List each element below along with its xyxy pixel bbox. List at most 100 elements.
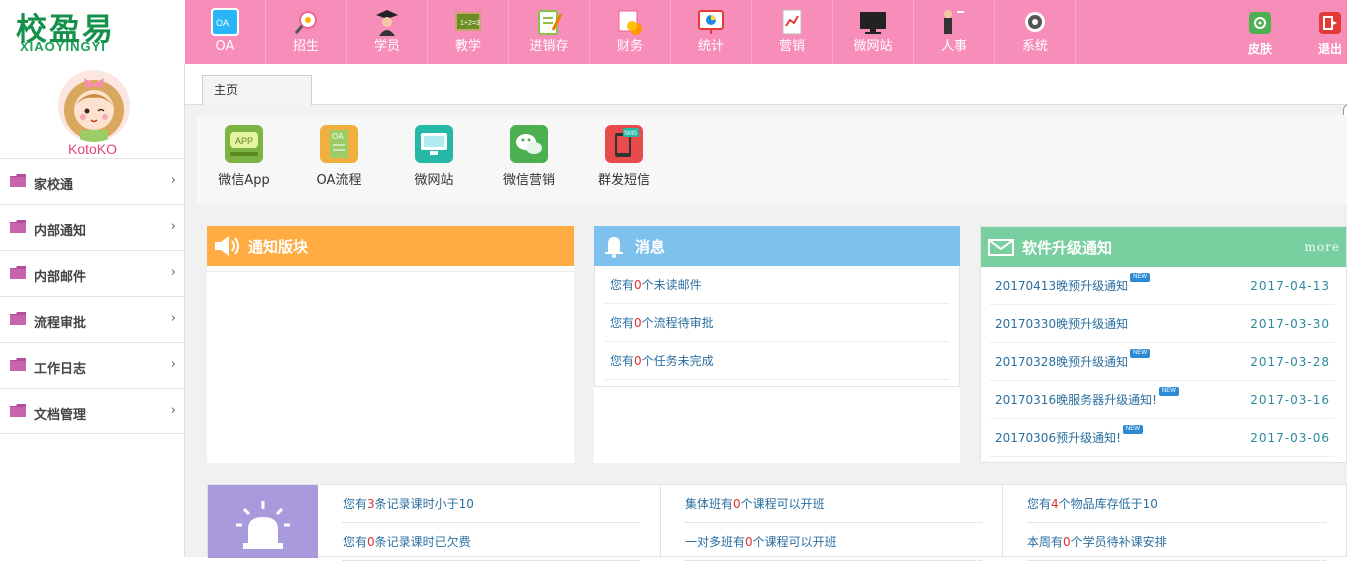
message-row[interactable]: 您有0个流程待审批	[605, 304, 949, 342]
skin-button[interactable]: 皮肤	[1230, 0, 1290, 64]
sidebar: KotoKO 家校通 › 内部通知 › 内部邮件 › 流程审批 › 工作日志 ›	[0, 64, 185, 557]
oa-icon: OA	[211, 8, 239, 36]
sidebar-item-internal-mail[interactable]: 内部邮件 ›	[0, 250, 184, 296]
upgrade-row[interactable]: 20170413晚预升级通知NEW 2017-04-13	[991, 267, 1334, 305]
message-row[interactable]: 您有0个未读邮件	[605, 266, 949, 304]
alert-row[interactable]: 您有3条记录课时小于10	[343, 485, 640, 523]
skin-icon	[1249, 12, 1271, 34]
marketing-icon	[778, 8, 806, 36]
chevron-right-icon: ›	[170, 403, 176, 418]
teaching-icon: 1+2=3	[454, 8, 482, 36]
nav-oa[interactable]: OA OA	[185, 0, 266, 64]
alert-row[interactable]: 您有4个物品库存低于10	[1027, 485, 1326, 523]
nav-student[interactable]: 学员	[347, 0, 428, 64]
sidebar-menu: 家校通 › 内部通知 › 内部邮件 › 流程审批 › 工作日志 › 文档管理 ›	[0, 158, 184, 434]
new-badge: NEW	[1130, 273, 1151, 282]
shortcut-sms[interactable]: SMS 群发短信	[579, 125, 669, 188]
message-panel-header: 消息	[594, 226, 960, 266]
sidebar-item-label: 家校通	[34, 178, 74, 193]
notice-panel-title: 通知版块	[248, 238, 309, 256]
alert-row[interactable]: 集体班有0个课程可以开班	[685, 485, 982, 523]
nav-label: 统计	[697, 39, 724, 54]
shortcut-oa-flow[interactable]: OA OA流程	[294, 125, 384, 188]
sidebar-item-label: 内部邮件	[34, 270, 87, 285]
upgrade-panel-header: 软件升级通知 more	[981, 227, 1346, 267]
avatar[interactable]	[58, 70, 130, 142]
oa-flow-icon: OA	[320, 125, 358, 163]
upgrade-row[interactable]: 20170330晚预升级通知 2017-03-30	[991, 305, 1334, 343]
sidebar-item-home-school[interactable]: 家校通 ›	[0, 158, 184, 204]
nav-teaching[interactable]: 1+2=3 教学	[428, 0, 509, 64]
tab-home[interactable]: 主页	[202, 75, 312, 105]
upgrade-panel: 软件升级通知 more 20170413晚预升级通知NEW 2017-04-13 …	[980, 226, 1347, 463]
nav-label: 财务	[616, 39, 643, 54]
nav-inventory[interactable]: 进销存	[509, 0, 590, 64]
alerts-column: 您有4个物品库存低于10 本周有0个学员待补课安排	[1002, 485, 1346, 561]
message-row[interactable]: 您有0个任务未完成	[605, 342, 949, 380]
alert-row[interactable]: 您有0条记录课时已欠费	[343, 523, 640, 561]
nav-label: 系统	[1021, 39, 1048, 54]
settings-icon	[1021, 8, 1049, 36]
main-nav: OA OA 招生 学员 1+2=3 教学 进销存 财务 统计 营销 微网站 人事…	[185, 0, 1076, 64]
upgrade-row[interactable]: 20170328晚预升级通知NEW 2017-03-28	[991, 343, 1334, 381]
more-link[interactable]: more	[1305, 240, 1340, 254]
shortcut-label: 微信App	[218, 173, 270, 188]
folder-icon	[10, 358, 26, 371]
sidebar-item-label: 流程审批	[34, 316, 87, 331]
chevron-right-icon: ›	[170, 311, 176, 326]
logout-button[interactable]: 退出	[1300, 0, 1347, 64]
shortcut-label: 群发短信	[597, 173, 650, 188]
shortcut-bar: APP 微信App OA OA流程 微网站 微信营销 SMS 群发短信	[197, 115, 1347, 205]
username: KotoKO	[67, 141, 118, 157]
nav-marketing[interactable]: 营销	[752, 0, 833, 64]
nav-statistics[interactable]: 统计	[671, 0, 752, 64]
sidebar-item-internal-notice[interactable]: 内部通知 ›	[0, 204, 184, 250]
sidebar-item-label: 工作日志	[34, 362, 87, 377]
logout-icon	[1319, 12, 1341, 34]
notice-panel: 通知版块	[207, 226, 574, 463]
chevron-right-icon: ›	[170, 357, 176, 372]
alerts-column: 您有3条记录课时小于10 您有0条记录课时已欠费	[319, 485, 660, 561]
microsite-icon	[415, 125, 453, 163]
chevron-right-icon: ›	[170, 219, 176, 234]
folder-icon	[10, 404, 26, 417]
svg-text:1+2=3: 1+2=3	[460, 20, 480, 27]
logo-en: XIAOYINGYI	[20, 39, 106, 54]
sidebar-item-work-log[interactable]: 工作日志 ›	[0, 342, 184, 388]
wechat-marketing-icon	[510, 125, 548, 163]
upgrade-row[interactable]: 20170316晚服务器升级通知!NEW 2017-03-16	[991, 381, 1334, 419]
nav-personnel[interactable]: 人事	[914, 0, 995, 64]
nav-recruit[interactable]: 招生	[266, 0, 347, 64]
nav-settings[interactable]: 系统	[995, 0, 1076, 64]
top-bar: 校盈易 XIAOYINGYI OA OA 招生 学员 1+2=3 教学 进销存 …	[0, 0, 1347, 64]
shortcut-label: 微信营销	[502, 173, 555, 188]
alert-row[interactable]: 本周有0个学员待补课安排	[1027, 523, 1326, 561]
logo[interactable]: 校盈易 XIAOYINGYI	[0, 0, 185, 64]
folder-icon	[10, 266, 26, 279]
nav-finance[interactable]: 财务	[590, 0, 671, 64]
chevron-right-icon: ›	[170, 265, 176, 280]
new-badge: NEW	[1122, 425, 1143, 434]
nav-label: 招生	[292, 39, 319, 54]
alert-row[interactable]: 一对多班有0个课程可以开班	[685, 523, 982, 561]
sidebar-item-approval[interactable]: 流程审批 ›	[0, 296, 184, 342]
shortcut-wechat-marketing[interactable]: 微信营销	[484, 125, 574, 188]
finance-icon	[616, 8, 644, 36]
statistics-icon	[697, 8, 725, 36]
sidebar-item-documents[interactable]: 文档管理 ›	[0, 388, 184, 434]
nav-microsite[interactable]: 微网站	[833, 0, 914, 64]
message-list: 您有0个未读邮件 您有0个流程待审批 您有0个任务未完成	[594, 266, 960, 387]
new-badge: NEW	[1158, 387, 1179, 396]
upgrade-row[interactable]: 20170306预升级通知!NEW 2017-03-06	[991, 419, 1334, 457]
tab-strip: 主页	[185, 64, 1347, 105]
svg-text:OA: OA	[216, 18, 229, 28]
shortcut-wechat-app[interactable]: APP 微信App	[199, 125, 289, 188]
microsite-icon	[859, 8, 887, 36]
shortcut-microsite[interactable]: 微网站	[389, 125, 479, 188]
folder-icon	[10, 312, 26, 325]
folder-icon	[10, 220, 26, 233]
wechat-app-icon: APP	[225, 125, 263, 163]
recruit-icon	[292, 8, 320, 36]
nav-label: 人事	[940, 39, 967, 54]
message-panel-title: 消息	[635, 238, 666, 256]
